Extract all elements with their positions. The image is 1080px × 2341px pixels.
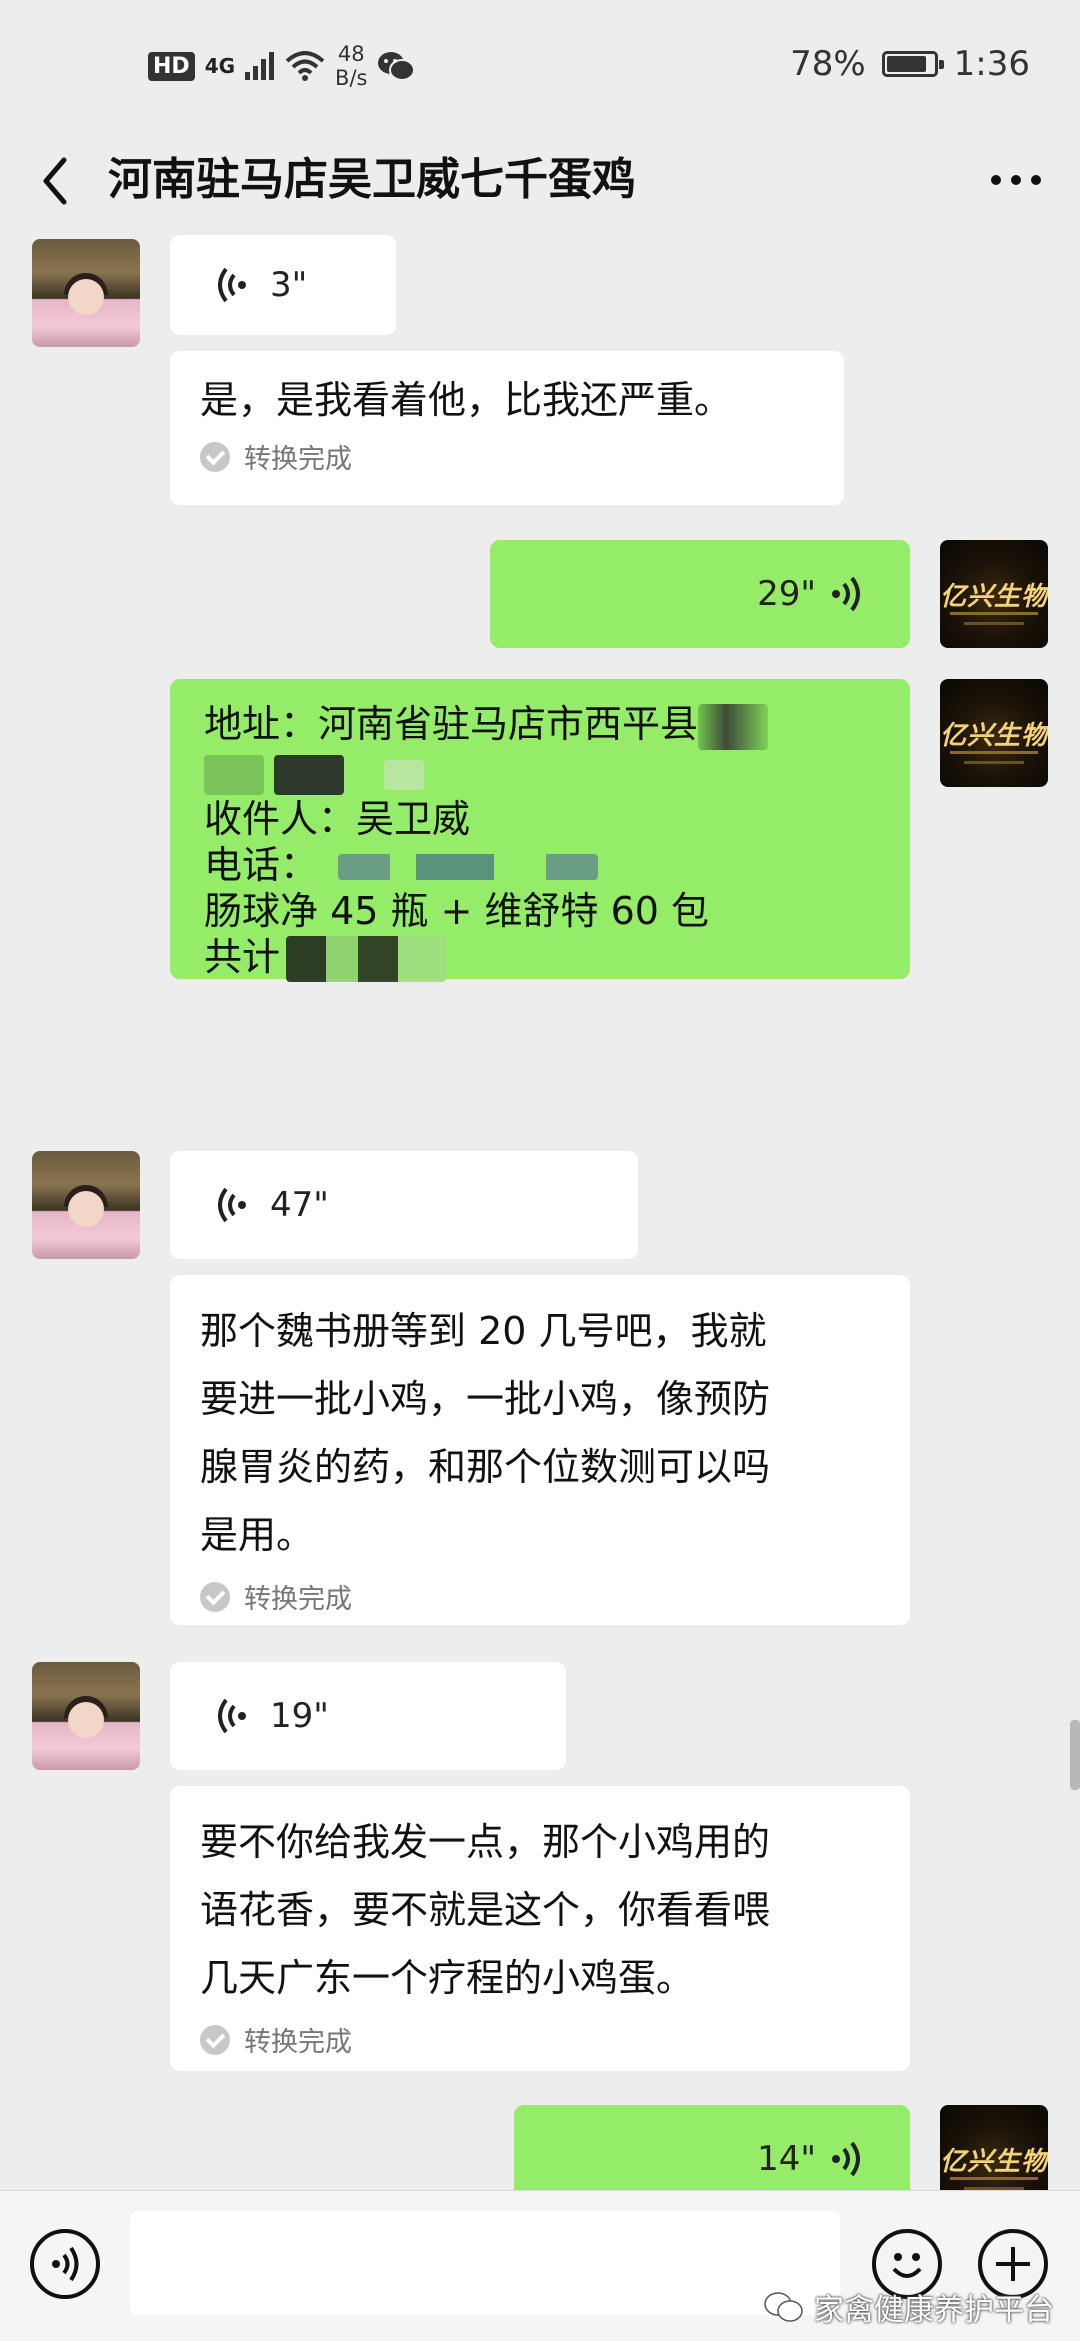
contact-avatar[interactable] — [32, 1151, 140, 1259]
voice-duration: 3" — [270, 265, 308, 305]
voice-duration: 47" — [270, 1185, 329, 1225]
voice-wave-icon — [832, 2141, 860, 2177]
hd-indicator: HD — [148, 51, 195, 81]
transcript-text: 要不你给我发一点，那个小鸡用的 语花香，要不就是这个，你看看喂 几天广东一个疗程… — [200, 1820, 771, 2000]
signal-icon — [245, 52, 275, 80]
message-row: 3" — [0, 235, 1080, 347]
text-message[interactable]: 地址：河南省驻马店市西平县 收件人：吴卫威 电话： 肠球净 45 瓶 + 维舒特… — [170, 679, 910, 982]
conversion-status: 转换完成 — [200, 1577, 880, 1616]
clock: 1:36 — [953, 44, 1030, 84]
watermark: 家禽健康养护平台 — [764, 2285, 1054, 2329]
wechat-icon — [764, 2292, 803, 2322]
voice-message[interactable]: 47" — [170, 1151, 638, 1259]
battery-percent: 78% — [790, 44, 866, 84]
message-list[interactable]: 3" 是，是我看着他，比我还严重。 转换完成 亿兴生物 29" 亿兴生物 地址：… — [0, 235, 1080, 2190]
voice-duration: 14" — [757, 2139, 816, 2179]
more-dots-icon[interactable] — [988, 170, 1044, 190]
voice-transcript[interactable]: 那个魏书册等到 20 几号吧，我就 要进一批小鸡，一批小鸡，像预防 腺胃炎的药，… — [170, 1275, 910, 1625]
voice-message[interactable]: 3" — [170, 235, 396, 335]
voice-message[interactable]: 19" — [170, 1662, 566, 1770]
check-icon — [200, 441, 230, 472]
voice-message[interactable]: 29" — [490, 540, 910, 648]
message-row: 亿兴生物 29" — [0, 540, 1080, 648]
chat-header: 河南驻马店吴卫威七千蛋鸡 — [0, 130, 1080, 235]
transcript-text: 那个魏书册等到 20 几号吧，我就 要进一批小鸡，一批小鸡，像预防 腺胃炎的药，… — [200, 1309, 771, 1557]
check-icon — [200, 2024, 230, 2055]
battery-icon — [881, 51, 944, 77]
my-avatar[interactable]: 亿兴生物 — [940, 540, 1048, 648]
network-speed: 48 B/s — [335, 42, 368, 90]
contact-avatar[interactable] — [32, 239, 140, 347]
network-type: 4G — [204, 54, 236, 78]
my-avatar[interactable]: 亿兴生物 — [940, 679, 1048, 787]
message-text: 地址：河南省驻马店市西平县 收件人：吴卫威 电话： 肠球净 45 瓶 + 维舒特… — [204, 701, 876, 982]
chevron-left-icon[interactable] — [32, 146, 76, 216]
transcript-text: 是，是我看着他，比我还严重。 — [200, 378, 733, 422]
status-bar: HD 4G 48 B/s 78% 1:36 — [0, 0, 1080, 130]
voice-icon[interactable] — [30, 2229, 100, 2299]
voice-duration: 19" — [270, 1696, 329, 1736]
check-icon — [200, 1581, 230, 1612]
my-avatar[interactable]: 亿兴生物 — [940, 2105, 1048, 2190]
voice-message[interactable]: 14" — [514, 2105, 910, 2190]
wifi-icon — [285, 51, 325, 81]
voice-transcript[interactable]: 要不你给我发一点，那个小鸡用的 语花香，要不就是这个，你看看喂 几天广东一个疗程… — [170, 1786, 910, 2071]
message-row: 19" — [0, 1662, 1080, 1770]
conversion-status: 转换完成 — [200, 2020, 880, 2059]
conversion-status: 转换完成 — [200, 437, 814, 476]
message-input[interactable] — [130, 2211, 840, 2315]
message-row: 47" — [0, 1151, 1080, 1259]
voice-wave-icon — [218, 1187, 246, 1223]
contact-avatar[interactable] — [32, 1662, 140, 1770]
voice-transcript[interactable]: 是，是我看着他，比我还严重。 转换完成 — [170, 351, 844, 505]
chat-title: 河南驻马店吴卫威七千蛋鸡 — [108, 154, 636, 205]
message-row: 亿兴生物 14" — [0, 2105, 1080, 2190]
voice-wave-icon — [218, 1698, 246, 1734]
wechat-icon — [378, 52, 416, 81]
voice-wave-icon — [218, 267, 246, 303]
scrollbar[interactable] — [1070, 1720, 1080, 1790]
voice-duration: 29" — [757, 574, 816, 614]
input-bar: 家禽健康养护平台 — [0, 2190, 1080, 2341]
voice-wave-icon — [832, 576, 860, 612]
